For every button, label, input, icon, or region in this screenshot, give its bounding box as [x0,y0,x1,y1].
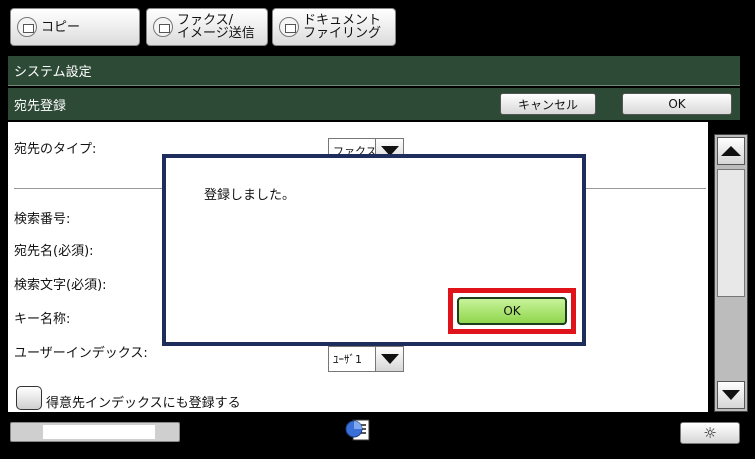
tab-fax-image-send[interactable]: ファクス/ イメージ送信 [146,8,268,46]
dialog-message: 登録しました。 [204,188,296,203]
vertical-scrollbar[interactable] [714,134,748,412]
brightness-icon: ☼ [703,424,717,442]
destination-name-label: 宛先名(必須): [14,244,94,259]
system-settings-title: システム設定 [14,65,92,80]
page-title: 宛先登録 [14,98,67,114]
job-status-icon[interactable] [344,418,374,444]
favorite-index-checkbox-label: 得意先インデックスにも登録する [46,396,241,411]
tab-copy-label: コピー [41,19,81,35]
brightness-button[interactable]: ☼ [680,422,740,444]
tab-document-filing[interactable]: ドキュメント ファイリング [272,8,396,46]
arrow-up-icon [721,146,741,156]
favorite-index-checkbox[interactable] [16,386,42,410]
ok-button[interactable]: OK [622,93,732,115]
job-progress-bar [10,422,180,442]
mode-tab-bar: コピー ファクス/ イメージ送信 ドキュメント ファイリング [8,6,748,48]
search-text-label: 検索文字(必須): [14,278,107,293]
scroll-thumb[interactable] [717,169,745,297]
copy-icon [17,17,37,37]
scroll-up-button[interactable] [717,137,745,165]
fax-icon [153,17,173,37]
status-bar: ☼ [0,414,755,459]
arrow-down-icon [722,390,740,400]
job-progress-fill [43,425,155,439]
user-index-label: ユーザーインデックス: [14,346,148,361]
cancel-button[interactable]: キャンセル [500,93,596,115]
confirmation-dialog: 登録しました。 OK [162,154,586,346]
destination-type-label: 宛先のタイプ: [14,142,97,157]
search-number-label: 検索番号: [14,212,71,227]
filing-icon [279,17,299,37]
tab-fax-label: ファクス/ イメージ送信 [177,13,255,41]
ok-button-highlight: OK [448,288,576,334]
key-name-label: キー名称: [14,312,71,327]
user-index-value: ﾕｰｻﾞ1 [333,353,362,366]
tab-copy[interactable]: コピー [10,8,140,46]
system-settings-bar: システム設定 [8,56,740,86]
user-index-select[interactable]: ﾕｰｻﾞ1 [328,346,404,372]
page-title-bar: 宛先登録 キャンセル OK [8,88,740,120]
copier-control-panel: コピー ファクス/ イメージ送信 ドキュメント ファイリング システム設定 宛先… [0,0,755,459]
tab-filing-label: ドキュメント ファイリング [303,13,382,41]
dialog-ok-button[interactable]: OK [457,297,567,325]
scroll-down-button[interactable] [717,381,745,409]
chevron-down-icon[interactable] [375,347,403,371]
